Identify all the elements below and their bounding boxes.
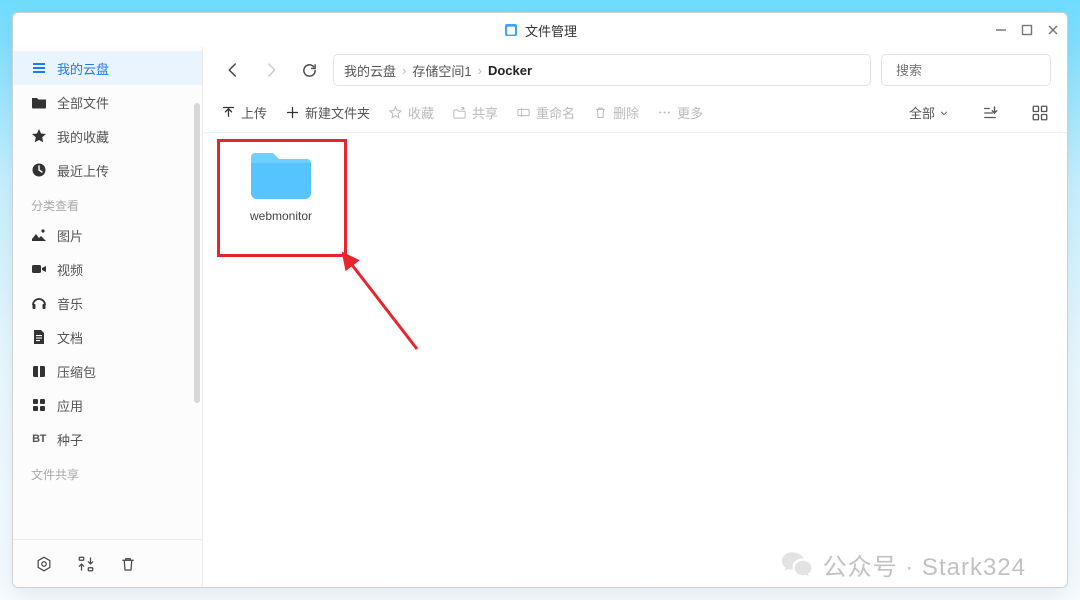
sidebar-item-label: 全部文件: [57, 93, 109, 112]
titlebar: 文件管理: [13, 13, 1067, 47]
bt-icon: BT: [31, 431, 47, 447]
sidebar-scrollbar[interactable]: [194, 103, 200, 403]
trash-button[interactable]: [119, 555, 137, 573]
back-button[interactable]: [219, 56, 247, 84]
folder-icon: [247, 147, 315, 201]
search-box[interactable]: [881, 54, 1051, 86]
sort-button[interactable]: [981, 104, 999, 122]
search-input[interactable]: [896, 63, 1068, 78]
sidebar-item-recent-upload[interactable]: 最近上传: [13, 153, 202, 187]
breadcrumb-seg[interactable]: 存储空间1: [412, 61, 471, 80]
sidebar-item-video[interactable]: 视频: [13, 252, 202, 286]
maximize-button[interactable]: [1021, 24, 1033, 36]
main-panel: 我的云盘 › 存储空间1 › Docker 上传 新: [203, 47, 1067, 587]
chevron-down-icon: [939, 108, 949, 118]
rename-button[interactable]: 重命名: [516, 103, 575, 122]
favorite-button[interactable]: 收藏: [388, 103, 434, 122]
more-button[interactable]: 更多: [657, 103, 703, 122]
topbar: 我的云盘 › 存储空间1 › Docker: [203, 47, 1067, 93]
sidebar-category-header: 分类查看: [13, 187, 202, 218]
share-icon: [452, 105, 467, 120]
folder-name: webmonitor: [250, 209, 312, 223]
sidebar-item-images[interactable]: 图片: [13, 218, 202, 252]
upload-icon: [221, 105, 236, 120]
plus-icon: [285, 105, 300, 120]
sidebar-item-archive[interactable]: 压缩包: [13, 354, 202, 388]
folder-icon: [31, 94, 47, 110]
breadcrumb[interactable]: 我的云盘 › 存储空间1 › Docker: [333, 54, 871, 86]
image-icon: [31, 227, 47, 243]
clock-icon: [31, 162, 47, 178]
view-grid-button[interactable]: [1031, 104, 1049, 122]
sidebar-item-document[interactable]: 文档: [13, 320, 202, 354]
sidebar-item-label: 种子: [57, 430, 83, 449]
sidebar-item-label: 图片: [57, 226, 83, 245]
filter-dropdown[interactable]: 全部: [909, 103, 949, 122]
document-icon: [31, 329, 47, 345]
sort-icon: [981, 104, 999, 122]
sidebar-item-my-cloud[interactable]: 我的云盘: [13, 51, 202, 85]
upload-button[interactable]: 上传: [221, 103, 267, 122]
breadcrumb-current: Docker: [488, 63, 532, 78]
cloud-list-icon: [31, 60, 47, 76]
sidebar-item-favorites[interactable]: 我的收藏: [13, 119, 202, 153]
apps-icon: [31, 397, 47, 413]
more-icon: [657, 105, 672, 120]
annotation-arrow: [339, 249, 429, 359]
chevron-right-icon: ›: [402, 63, 406, 78]
sidebar-item-label: 我的云盘: [57, 59, 109, 78]
app-window: 文件管理 我的云盘 全部文件 我的收藏: [12, 12, 1068, 588]
window-title: 文件管理: [525, 21, 577, 40]
settings-button[interactable]: [35, 555, 53, 573]
star-icon: [31, 128, 47, 144]
sidebar-item-label: 应用: [57, 396, 83, 415]
sidebar-footer: [13, 539, 202, 587]
grid-icon: [1031, 104, 1049, 122]
sidebar-item-all-files[interactable]: 全部文件: [13, 85, 202, 119]
sidebar-item-label: 压缩包: [57, 362, 96, 381]
headphones-icon: [31, 295, 47, 311]
close-button[interactable]: [1047, 24, 1059, 36]
chevron-right-icon: ›: [478, 63, 482, 78]
window-controls: [995, 13, 1059, 47]
toolbar: 上传 新建文件夹 收藏 共享 重命名: [203, 93, 1067, 133]
forward-button[interactable]: [257, 56, 285, 84]
sidebar-item-apps[interactable]: 应用: [13, 388, 202, 422]
sidebar-item-label: 视频: [57, 260, 83, 279]
trash-icon: [593, 105, 608, 120]
rename-icon: [516, 105, 531, 120]
sidebar-item-torrent[interactable]: BT 种子: [13, 422, 202, 456]
delete-button[interactable]: 删除: [593, 103, 639, 122]
sidebar-item-label: 我的收藏: [57, 127, 109, 146]
archive-icon: [31, 363, 47, 379]
sidebar-share-header: 文件共享: [13, 456, 202, 487]
sidebar-item-label: 文档: [57, 328, 83, 347]
sidebar-item-label: 最近上传: [57, 161, 109, 180]
star-outline-icon: [388, 105, 403, 120]
share-button[interactable]: 共享: [452, 103, 498, 122]
transfers-button[interactable]: [77, 555, 95, 573]
sidebar-item-music[interactable]: 音乐: [13, 286, 202, 320]
sidebar-item-label: 音乐: [57, 294, 83, 313]
file-grid[interactable]: webmonitor: [203, 133, 1067, 587]
breadcrumb-seg[interactable]: 我的云盘: [344, 61, 396, 80]
video-icon: [31, 261, 47, 277]
folder-item[interactable]: webmonitor: [227, 147, 335, 223]
minimize-button[interactable]: [995, 24, 1007, 36]
sidebar: 我的云盘 全部文件 我的收藏 最近上传 分类查看 图片: [13, 47, 203, 587]
refresh-button[interactable]: [295, 56, 323, 84]
new-folder-button[interactable]: 新建文件夹: [285, 103, 370, 122]
app-icon: [503, 22, 519, 38]
